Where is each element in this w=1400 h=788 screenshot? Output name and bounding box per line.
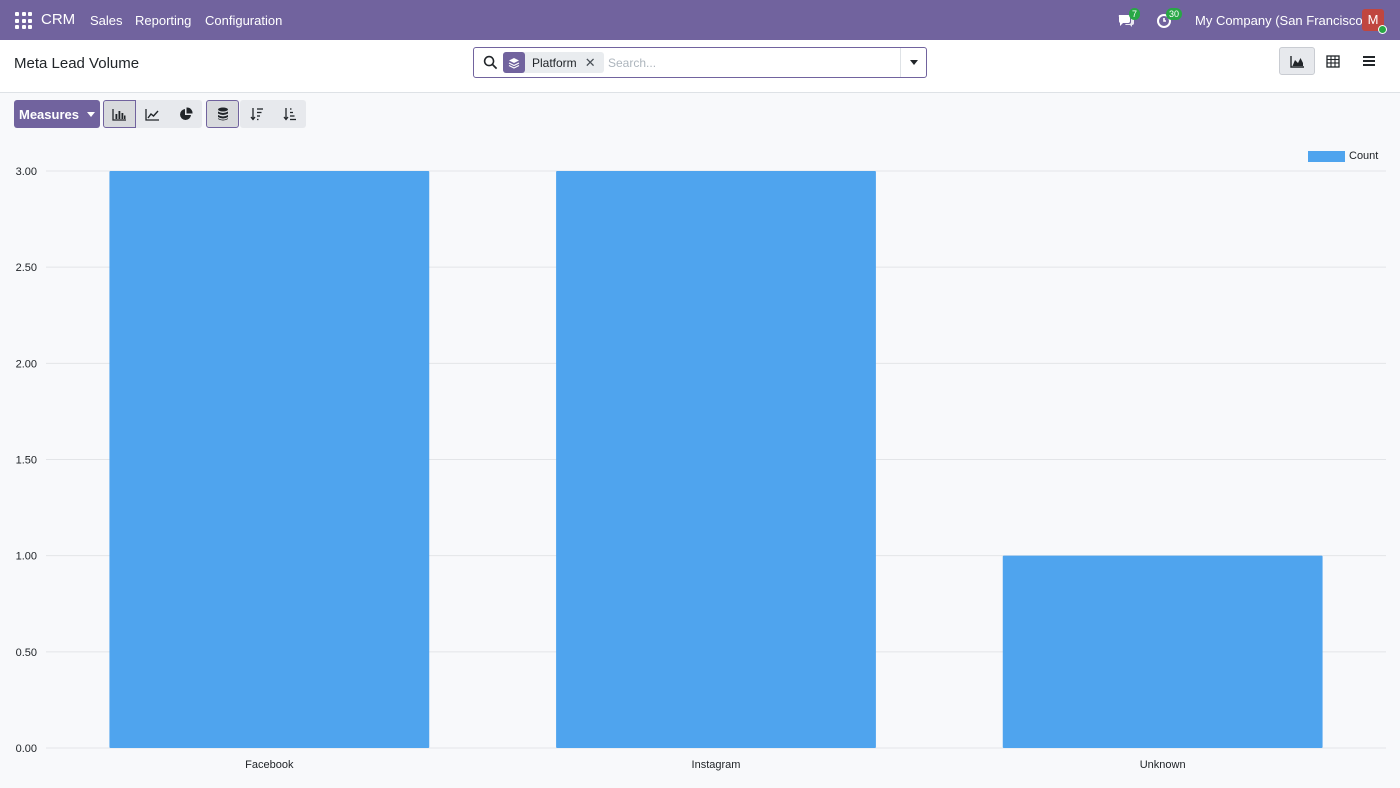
facet-label: Platform (532, 55, 577, 70)
menu-reporting[interactable]: Reporting (135, 13, 191, 28)
chart-type-group (103, 100, 202, 128)
messages-badge: 7 (1129, 8, 1141, 20)
company-switcher[interactable]: My Company (San Francisco) (1195, 13, 1367, 28)
caret-down-icon (909, 60, 918, 65)
top-navbar: CRM Sales Reporting Configuration 7 30 M… (0, 0, 1400, 40)
online-status-dot (1378, 25, 1387, 34)
table-icon (1326, 54, 1340, 68)
search-bar: Platform ✕ (473, 47, 927, 78)
facet-remove-icon[interactable]: ✕ (583, 55, 604, 71)
bar-chart: 0.00 0.50 1.00 1.50 2.00 2.50 3.00 Facebook Inst… (16, 166, 1386, 771)
sort-descending-icon (249, 108, 263, 121)
bar-chart-button[interactable] (103, 100, 136, 128)
measures-button[interactable]: Measures (14, 100, 100, 128)
avatar-letter: M (1367, 12, 1379, 27)
x-tick-label: Unknown (1140, 759, 1186, 771)
stacked-button[interactable] (206, 100, 239, 128)
y-tick-label: 2.50 (16, 262, 37, 274)
list-icon (1363, 56, 1375, 66)
list-view-button[interactable] (1351, 47, 1387, 75)
pie-chart-button[interactable] (169, 100, 202, 128)
user-avatar[interactable]: M (1362, 9, 1387, 34)
x-tick-label: Facebook (245, 759, 294, 771)
app-brand[interactable]: CRM (41, 11, 75, 28)
x-tick-label: Instagram (692, 759, 741, 771)
menu-configuration[interactable]: Configuration (205, 13, 282, 28)
y-tick-label: 1.50 (16, 455, 37, 467)
y-tick-label: 0.00 (16, 743, 37, 755)
page-title: Meta Lead Volume (14, 55, 140, 72)
layers-icon (503, 52, 525, 73)
bar-facebook[interactable] (109, 171, 430, 748)
menu-sales[interactable]: Sales (90, 13, 123, 28)
area-chart-icon (1289, 55, 1304, 68)
search-options-toggle[interactable] (900, 48, 926, 77)
line-chart-button[interactable] (136, 100, 169, 128)
pivot-view-button[interactable] (1315, 47, 1351, 75)
sort-ascending-button[interactable] (273, 100, 306, 128)
sort-group (240, 100, 306, 128)
search-facet-groupby: Platform ✕ (503, 52, 604, 73)
apps-menu-icon[interactable] (15, 12, 32, 29)
sort-descending-button[interactable] (240, 100, 273, 128)
measures-label: Measures (19, 106, 79, 122)
control-panel: Meta Lead Volume Platform ✕ (0, 40, 1400, 93)
messages-icon[interactable]: 7 (1117, 8, 1141, 29)
bar-instagram[interactable] (556, 171, 876, 748)
graph-view-button[interactable] (1279, 47, 1315, 75)
activities-badge: 30 (1166, 8, 1183, 20)
activities-icon[interactable]: 30 (1155, 8, 1183, 29)
line-chart-icon (145, 108, 159, 121)
y-tick-label: 0.50 (16, 647, 37, 659)
bar-chart-icon (112, 108, 126, 121)
y-tick-label: 2.00 (16, 358, 37, 370)
bar-unknown[interactable] (1002, 555, 1323, 748)
stacked-toggle-group (206, 100, 239, 128)
search-icon[interactable] (483, 55, 498, 70)
database-icon (217, 107, 228, 121)
y-tick-label: 3.00 (16, 166, 37, 178)
sort-ascending-icon (282, 108, 296, 121)
search-input[interactable] (608, 54, 898, 72)
y-tick-label: 1.00 (16, 551, 37, 563)
view-switcher (1279, 47, 1387, 75)
caret-down-icon (86, 111, 95, 117)
pie-chart-icon (179, 107, 193, 120)
